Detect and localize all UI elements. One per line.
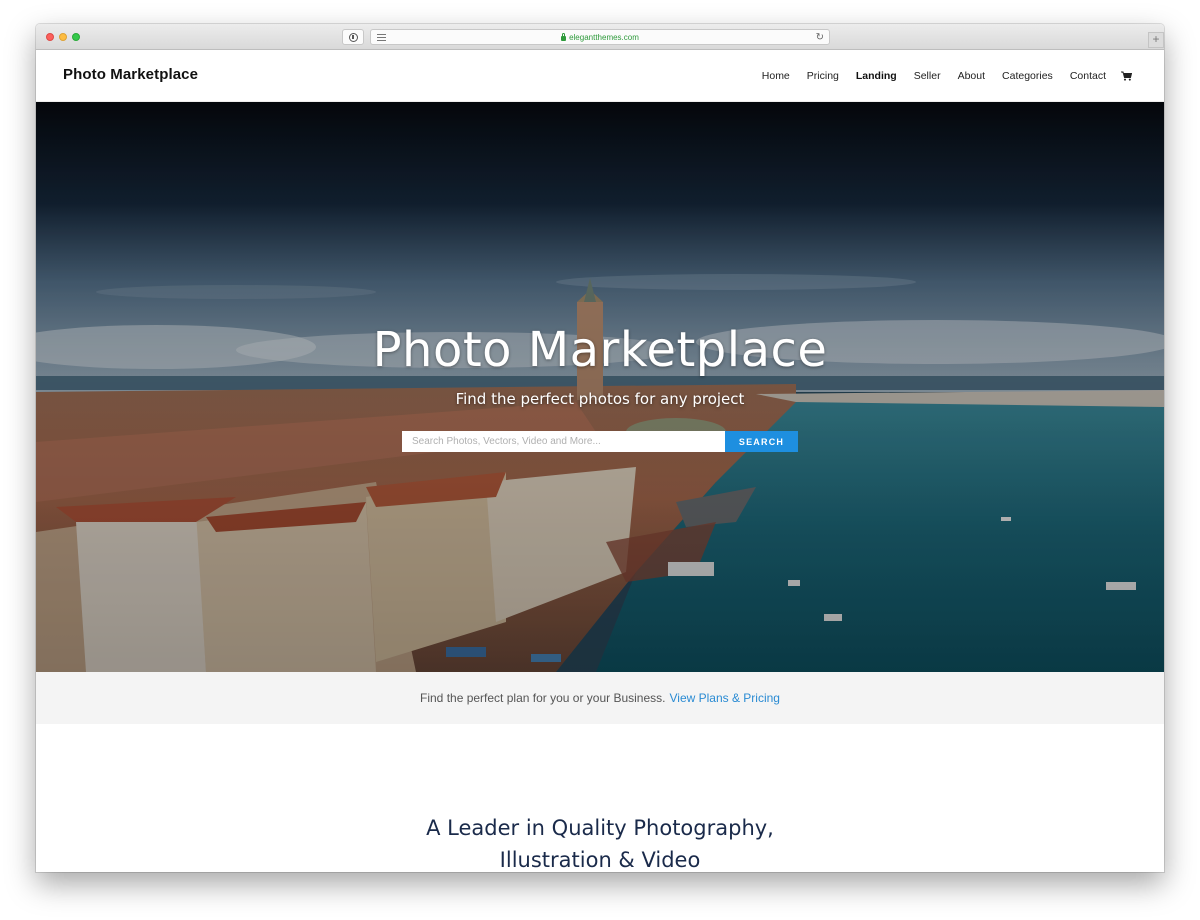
nav-contact[interactable]: Contact [1070, 70, 1106, 82]
plans-text: Find the perfect plan for you or your Bu… [420, 691, 666, 705]
address-bar[interactable]: elegantthemes.com ↻ [370, 29, 830, 45]
zoom-window-button[interactable] [72, 33, 80, 41]
site-header: Photo Marketplace Home Pricing Landing S… [36, 50, 1164, 102]
privacy-report-button[interactable] [342, 29, 364, 45]
venice-hero-image [36, 102, 1164, 672]
plans-cta-bar: Find the perfect plan for you or your Bu… [36, 672, 1164, 724]
nav-about[interactable]: About [958, 70, 985, 82]
address-text: elegantthemes.com [569, 32, 639, 42]
reload-icon[interactable]: ↻ [816, 31, 824, 45]
section-heading: A Leader in Quality Photography, Illustr… [36, 812, 1164, 872]
lock-icon [561, 32, 567, 41]
close-window-button[interactable] [46, 33, 54, 41]
nav-landing[interactable]: Landing [856, 70, 897, 82]
new-tab-button[interactable]: + [1148, 32, 1164, 48]
search-input[interactable] [402, 431, 725, 452]
site-logo[interactable]: Photo Marketplace [63, 66, 198, 83]
browser-window: elegantthemes.com ↻ + Photo Marketplace … [36, 24, 1164, 872]
section-heading-line2: Illustration & Video [499, 848, 701, 872]
search-form: SEARCH [402, 431, 798, 452]
hero-section: Photo Marketplace Find the perfect photo… [36, 102, 1164, 672]
nav-pricing[interactable]: Pricing [807, 70, 839, 82]
browser-toolbar: elegantthemes.com ↻ + [36, 24, 1164, 50]
section-heading-line1: A Leader in Quality Photography, [426, 816, 774, 840]
hero-subtitle: Find the perfect photos for any project [455, 390, 745, 408]
view-plans-link[interactable]: View Plans & Pricing [669, 691, 780, 705]
cart-icon[interactable] [1121, 71, 1132, 81]
minimize-window-button[interactable] [59, 33, 67, 41]
main-nav: Home Pricing Landing Seller About Catego… [745, 70, 1132, 82]
search-button[interactable]: SEARCH [725, 431, 798, 452]
hero-title: Photo Marketplace [372, 322, 828, 378]
nav-categories[interactable]: Categories [1002, 70, 1053, 82]
reader-view-icon[interactable] [377, 34, 386, 41]
nav-home[interactable]: Home [762, 70, 790, 82]
nav-seller[interactable]: Seller [914, 70, 941, 82]
privacy-icon [348, 32, 358, 42]
